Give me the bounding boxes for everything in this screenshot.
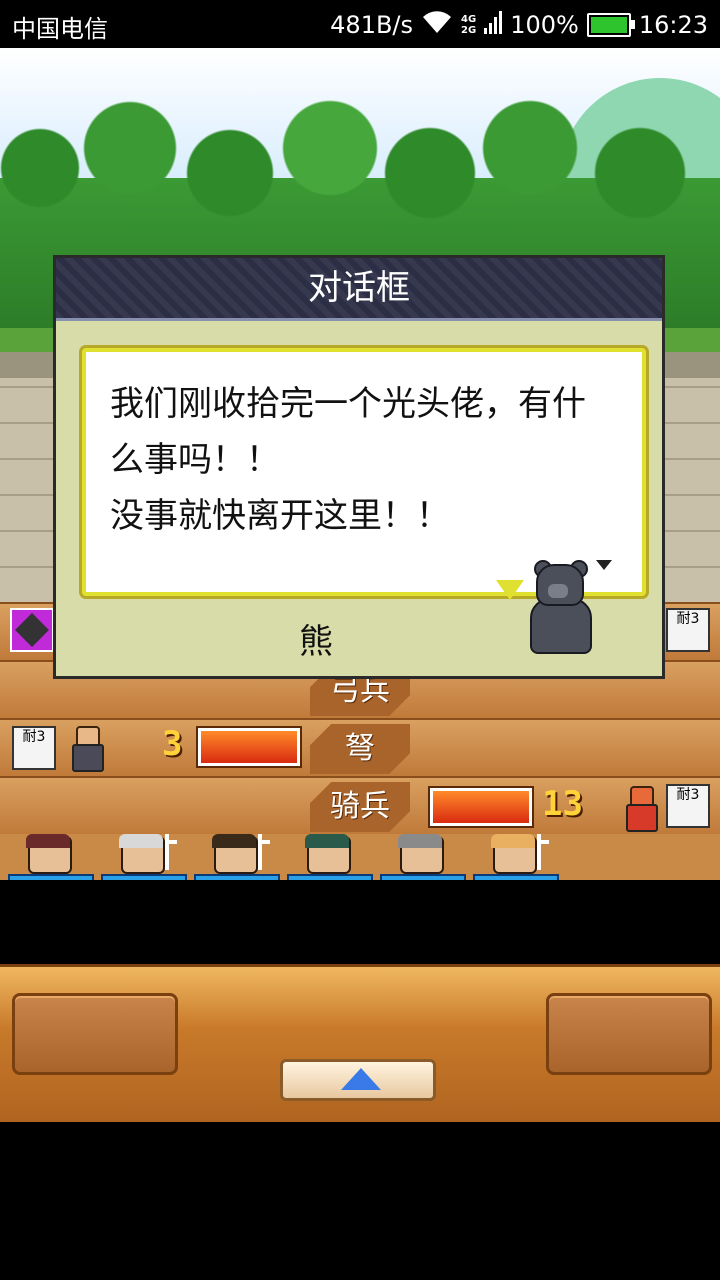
hero-portrait[interactable] [101, 834, 187, 880]
crossbow-unit-sprite [64, 722, 108, 772]
dialog-title: 对话框 [308, 268, 410, 308]
battery-percent: 100% [510, 11, 579, 39]
network-type-top: 4G [461, 14, 477, 25]
lane-label-crossbow: 弩 [310, 724, 410, 774]
control-bar [0, 964, 720, 1122]
battery-icon [586, 13, 635, 37]
carrier-label: 中国电信 [12, 15, 108, 43]
hp-bar-crossbow [198, 728, 300, 766]
hp-bar-cavalry [430, 788, 532, 826]
troop-count-crossbow: 3 [162, 724, 183, 764]
speech-tail [496, 580, 524, 600]
wifi-icon [421, 9, 453, 41]
right-command-button[interactable] [546, 993, 712, 1075]
enemy-cavalry-sprite [618, 782, 662, 832]
dialog-titlebar: 对话框 [56, 258, 662, 321]
endurance-tag: 耐3 [12, 726, 56, 770]
hero-portrait[interactable] [8, 834, 94, 880]
lane-cavalry[interactable]: 骑兵 13 耐3 [0, 778, 720, 837]
clock: 16:23 [638, 11, 708, 39]
endurance-tag-label: 耐3 [22, 729, 46, 745]
endurance-tag: 耐3 [666, 608, 710, 652]
status-right: 481B/s 4G 2G 100% 16:23 [330, 9, 708, 41]
lane-label-cavalry: 骑兵 [310, 782, 410, 832]
endurance-tag: 耐3 [666, 784, 710, 828]
dialog-message: 我们刚收拾完一个光头佬，有什 么事吗！！ 没事就快离开这里！！ [110, 384, 586, 536]
speaker-name: 熊 [299, 622, 333, 662]
hero-row [0, 834, 720, 880]
troop-count-cavalry: 13 [542, 784, 583, 824]
hero-portrait[interactable] [380, 834, 466, 880]
network-type: 4G 2G [461, 14, 476, 36]
speech-bubble[interactable]: 我们刚收拾完一个光头佬，有什 么事吗！！ 没事就快离开这里！！ [82, 348, 646, 596]
expand-up-button[interactable] [280, 1059, 436, 1101]
lane-crossbow[interactable]: 耐3 3 弩 [0, 720, 720, 779]
status-bar: 中国电信 481B/s 4G 2G 100% 16:23 [0, 0, 720, 48]
hero-portrait[interactable] [473, 834, 559, 880]
net-speed: 481B/s [330, 11, 414, 39]
hero-portrait[interactable] [194, 834, 280, 880]
left-command-button[interactable] [12, 993, 178, 1075]
weapon-item-icon[interactable] [10, 608, 54, 652]
endurance-tag-label: 耐3 [676, 787, 700, 803]
network-type-bottom: 2G [461, 25, 477, 36]
endurance-tag-label: 耐3 [676, 611, 700, 627]
up-triangle-icon [341, 1068, 381, 1090]
hero-portrait[interactable] [287, 834, 373, 880]
dialog-box[interactable]: 对话框 我们刚收拾完一个光头佬，有什 么事吗！！ 没事就快离开这里！！ 熊 [53, 255, 665, 679]
continue-arrow-icon [596, 560, 612, 570]
bear-portrait [526, 560, 596, 654]
signal-icon [484, 10, 503, 40]
